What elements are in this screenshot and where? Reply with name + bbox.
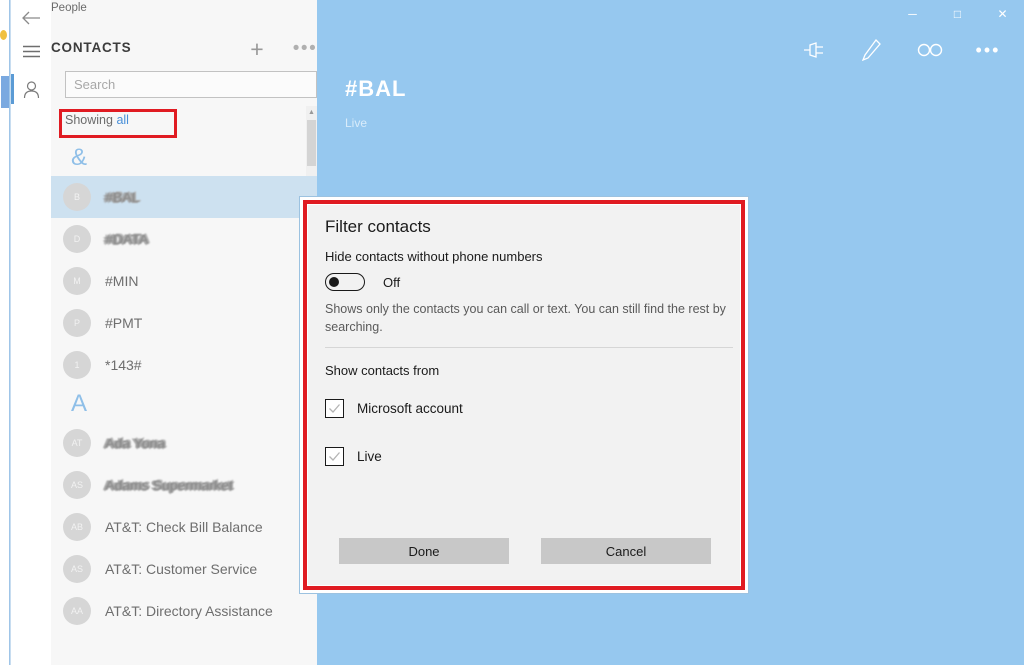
contact-avatar: AB (63, 513, 91, 541)
account-checkbox-row-microsoft[interactable]: Microsoft account (325, 399, 463, 418)
app-root: People CONTACTS + ••• Showing all ▲ & B #B… (0, 0, 1024, 665)
contact-list-item[interactable]: M #MIN (51, 260, 317, 302)
contact-detail-title: #BAL (345, 76, 407, 101)
toggle-state-label: Off (383, 274, 401, 290)
contacts-pane: People CONTACTS + ••• Showing all ▲ & B #B… (51, 0, 317, 665)
contact-name: AT&T: Customer Service (105, 561, 258, 577)
contact-name: #DATA (105, 231, 149, 247)
contact-list-item[interactable]: D #DATA (51, 218, 317, 260)
showing-all-link[interactable]: all (116, 113, 129, 127)
person-icon[interactable] (11, 72, 51, 108)
contact-list-item[interactable]: AS AT&T: Customer Service (51, 548, 317, 590)
contact-name: AT&T: Directory Assistance (105, 603, 273, 619)
contact-avatar: AS (63, 555, 91, 583)
checkmark-icon (329, 404, 340, 413)
contact-name: Ada Yona (105, 435, 165, 451)
contacts-more-icon[interactable]: ••• (291, 36, 319, 62)
contact-avatar: 1 (63, 351, 91, 379)
window-controls: ─ □ ✕ (890, 0, 1024, 28)
hamburger-menu-icon[interactable] (11, 33, 51, 69)
live-account-checkbox[interactable] (325, 447, 344, 466)
search-input[interactable] (65, 71, 317, 98)
showing-prefix: Showing (65, 113, 117, 127)
scroll-up-arrow-icon[interactable]: ▲ (306, 106, 317, 118)
contact-list-item[interactable]: AB AT&T: Check Bill Balance (51, 506, 317, 548)
detail-toolbar: ••• (785, 34, 1017, 66)
background-window-sliver (0, 0, 10, 665)
close-button[interactable]: ✕ (980, 0, 1024, 28)
edit-icon[interactable] (843, 34, 901, 66)
contact-name: AT&T: Check Bill Balance (105, 519, 263, 535)
checkmark-icon (329, 452, 340, 461)
contacts-list[interactable]: & B #BAL D #DATA M #MIN P #PMT 1 *143# A AT Ada Yona A… (51, 140, 317, 665)
back-arrow-icon[interactable] (11, 0, 51, 36)
maximize-button[interactable]: □ (935, 0, 980, 28)
filter-contacts-dialog: Filter contacts Hide contacts without ph… (308, 205, 740, 585)
people-app-window: People CONTACTS + ••• Showing all ▲ & B #B… (10, 0, 1024, 665)
account-checkbox-row-live[interactable]: Live (325, 447, 382, 466)
hide-contacts-toggle[interactable] (325, 273, 365, 291)
contact-list-item[interactable]: AA AT&T: Directory Assistance (51, 590, 317, 632)
contact-avatar: AA (63, 597, 91, 625)
contact-avatar: P (63, 309, 91, 337)
contact-name: #MIN (105, 273, 139, 289)
contact-detail-subtitle: Live (345, 116, 368, 130)
contact-list-item[interactable]: 1 *143# (51, 344, 317, 386)
contact-list-item[interactable]: AS Adams Supermarket (51, 464, 317, 506)
show-contacts-from-label: Show contacts from (325, 363, 440, 378)
contacts-header: CONTACTS + ••• (51, 36, 319, 64)
contact-name: #BAL (105, 189, 140, 205)
hide-contacts-toggle-row[interactable]: Off (325, 273, 400, 291)
minimize-button[interactable]: ─ (890, 0, 935, 28)
live-account-label: Live (357, 449, 382, 464)
link-icon[interactable] (901, 34, 959, 66)
contact-avatar: AT (63, 429, 91, 457)
background-chip (1, 76, 9, 108)
background-dot-icon (0, 30, 7, 40)
dialog-divider (325, 347, 733, 348)
app-title: People (51, 2, 87, 14)
contacts-group-letter: A (71, 390, 88, 417)
contact-name: *143# (105, 357, 142, 373)
contact-name: #PMT (105, 315, 143, 331)
microsoft-account-checkbox[interactable] (325, 399, 344, 418)
done-button[interactable]: Done (339, 538, 509, 564)
contact-avatar: D (63, 225, 91, 253)
contacts-heading: CONTACTS (51, 40, 132, 55)
microsoft-account-label: Microsoft account (357, 401, 463, 416)
contacts-group-letter: & (71, 144, 88, 171)
contact-list-item[interactable]: P #PMT (51, 302, 317, 344)
dialog-title: Filter contacts (325, 217, 431, 236)
toggle-knob (329, 277, 339, 287)
cancel-button[interactable]: Cancel (541, 538, 711, 564)
contact-name: Adams Supermarket (105, 477, 233, 493)
detail-more-icon[interactable]: ••• (959, 34, 1017, 66)
contact-list-item[interactable]: AT Ada Yona (51, 422, 317, 464)
nav-rail (11, 0, 51, 665)
add-contact-icon[interactable]: + (243, 36, 271, 62)
dialog-button-row: Done Cancel (339, 538, 711, 564)
contact-avatar: B (63, 183, 91, 211)
contact-list-item[interactable]: B #BAL (51, 176, 317, 218)
pin-icon[interactable] (785, 34, 843, 66)
dialog-description: Shows only the contacts you can call or … (325, 302, 726, 335)
contact-avatar: M (63, 267, 91, 295)
hide-contacts-label: Hide contacts without phone numbers (325, 249, 543, 264)
showing-filter-row: Showing all (65, 113, 129, 127)
contact-avatar: AS (63, 471, 91, 499)
